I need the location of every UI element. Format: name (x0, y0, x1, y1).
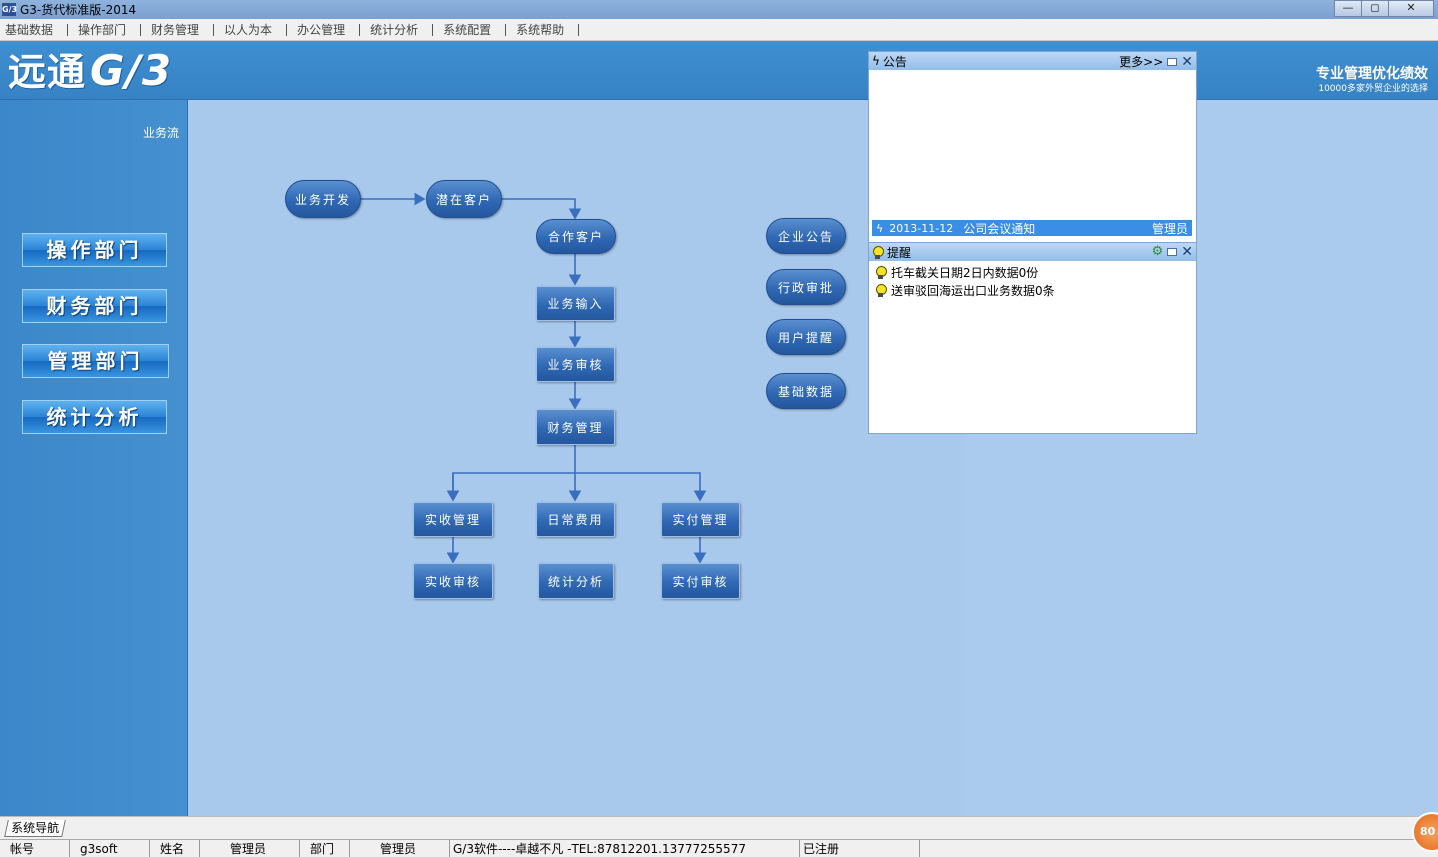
notice-list-item[interactable]: ϟ 2013-11-12 公司会议通知 管理员 (872, 220, 1192, 236)
reminder-close-icon[interactable]: ✕ (1181, 245, 1193, 259)
flow-node-payment-management[interactable]: 实付管理 (661, 502, 740, 537)
app-icon: G/3 (2, 3, 18, 16)
status-account-label: 帐号 (0, 840, 70, 857)
menu-finance[interactable]: 财务管理 (145, 23, 215, 36)
notice-more-link[interactable]: 更多>> (1119, 53, 1163, 70)
sidebar: 业务流 操作部门 财务部门 管理部门 统计分析 (0, 100, 188, 816)
sidebar-title: 业务流 (142, 126, 179, 140)
reminder-item[interactable]: 送审驳回海运出口业务数据0条 (869, 281, 1196, 299)
window-title: G3-货代标准版-2014 (20, 3, 137, 17)
flow-node-potential-customer[interactable]: 潜在客户 (426, 180, 502, 218)
tab-system-navigation-label: 系统导航 (11, 821, 60, 835)
menu-office[interactable]: 办公管理 (291, 23, 361, 36)
workflow-area: 业务开发 潜在客户 合作客户 业务输入 业务审核 财务管理 实收管理 日常费用 … (188, 100, 964, 816)
flow-node-partner-customer[interactable]: 合作客户 (536, 219, 616, 254)
reminder-panel: 提醒 ⚙ ✕ 托车截关日期2日内数据0份 送审驳回海运出口业务数据0条 (868, 242, 1197, 434)
title-bar: G/3 G3-货代标准版-2014 — ◻ ✕ (0, 0, 1438, 19)
logo: 远通G/3 (8, 50, 172, 94)
menu-base-data[interactable]: 基础数据 (0, 23, 69, 36)
logo-g3: G/3 (90, 46, 173, 95)
flow-node-daily-expenses[interactable]: 日常费用 (536, 502, 615, 537)
slogan: 专业管理优化绩效 10000多家外贸企业的选择 (1316, 65, 1428, 95)
flow-node-user-reminder[interactable]: 用户提醒 (766, 319, 846, 355)
notice-panel: ϟ 公告 更多>> ✕ ϟ 2013-11-12 公司会议通知 管理员 (868, 51, 1197, 243)
notice-panel-title: 公告 (882, 54, 907, 69)
flow-node-business-input[interactable]: 业务输入 (536, 286, 615, 321)
slogan-main: 专业管理优化绩效 (1316, 66, 1428, 82)
reminder-item-text: 送审驳回海运出口业务数据0条 (891, 283, 1055, 298)
flow-node-admin-approval[interactable]: 行政审批 (766, 269, 846, 305)
notice-item-author: 管理员 (1151, 221, 1188, 236)
notice-item-date: 2013-11-12 (889, 221, 954, 235)
flow-node-company-notice[interactable]: 企业公告 (766, 218, 846, 254)
window-controls: — ◻ ✕ (1334, 0, 1434, 17)
status-info: G/3软件----卓越不凡 -TEL:87812201.13777255577 (450, 840, 800, 857)
reminder-panel-header: 提醒 ⚙ ✕ (869, 243, 1196, 261)
reminder-bulb-icon (872, 245, 884, 259)
status-registered: 已注册 (800, 840, 920, 857)
notice-lightning-icon: ϟ (872, 54, 880, 68)
minimize-button[interactable]: — (1334, 0, 1362, 17)
reminder-item-text: 托车截关日期2日内数据0份 (891, 265, 1039, 280)
sidebar-button-finance[interactable]: 财务部门 (22, 289, 167, 323)
status-dept-label: 部门 (300, 840, 350, 857)
reminder-minimize-icon[interactable] (1167, 247, 1178, 256)
flow-node-base-data[interactable]: 基础数据 (766, 373, 846, 409)
menu-operations[interactable]: 操作部门 (72, 23, 142, 36)
navigation-tab-bar: 系统导航 (0, 816, 1438, 839)
menu-system-config[interactable]: 系统配置 (437, 23, 507, 36)
notice-close-icon[interactable]: ✕ (1181, 55, 1193, 69)
notice-minimize-icon[interactable] (1167, 57, 1178, 66)
status-bar: 帐号 g3soft 姓名 管理员 部门 管理员 G/3软件----卓越不凡 -T… (0, 839, 1438, 857)
status-name-label: 姓名 (150, 840, 200, 857)
status-dept-value: 管理员 (350, 840, 450, 857)
reminder-item[interactable]: 托车截关日期2日内数据0份 (869, 263, 1196, 281)
menu-help[interactable]: 系统帮助 (510, 23, 580, 36)
flow-node-business-audit[interactable]: 业务审核 (536, 347, 615, 382)
flow-node-statistics[interactable]: 统计分析 (538, 563, 614, 599)
menu-bar: 基础数据 操作部门 财务管理 以人为本 办公管理 统计分析 系统配置 系统帮助 (0, 19, 1438, 41)
reminder-list: 托车截关日期2日内数据0份 送审驳回海运出口业务数据0条 (869, 261, 1196, 299)
tab-system-navigation[interactable]: 系统导航 (4, 820, 66, 837)
status-account-value: g3soft (70, 840, 150, 857)
reminder-item-bulb-icon (875, 283, 887, 297)
sidebar-button-management[interactable]: 管理部门 (22, 344, 169, 378)
sidebar-button-statistics[interactable]: 统计分析 (22, 400, 167, 434)
flow-node-receipt-management[interactable]: 实收管理 (413, 502, 493, 537)
close-button[interactable]: ✕ (1388, 0, 1434, 17)
menu-statistics[interactable]: 统计分析 (364, 23, 434, 36)
status-name-value: 管理员 (200, 840, 300, 857)
reminder-item-bulb-icon (875, 265, 887, 279)
flow-node-finance-management[interactable]: 财务管理 (536, 409, 615, 445)
reminder-settings-icon[interactable]: ⚙ (1152, 244, 1164, 259)
reminder-panel-title: 提醒 (887, 245, 912, 260)
menu-hr[interactable]: 以人为本 (218, 23, 288, 36)
notice-item-subject: 公司会议通知 (963, 221, 1036, 236)
notice-item-icon: ϟ (876, 221, 884, 235)
flow-node-payment-audit[interactable]: 实付审核 (661, 563, 740, 599)
restore-button[interactable]: ◻ (1361, 0, 1389, 17)
sidebar-button-operations[interactable]: 操作部门 (22, 233, 167, 267)
slogan-sub: 10000多家外贸企业的选择 (1318, 84, 1428, 94)
header-banner: 远通G/3 专业管理优化绩效 10000多家外贸企业的选择 (0, 41, 1438, 100)
flow-node-business-development[interactable]: 业务开发 (285, 180, 361, 218)
logo-text: 远通 (8, 50, 87, 94)
notice-panel-header: ϟ 公告 更多>> ✕ (869, 52, 1196, 70)
flow-node-receipt-audit[interactable]: 实收审核 (413, 563, 493, 599)
